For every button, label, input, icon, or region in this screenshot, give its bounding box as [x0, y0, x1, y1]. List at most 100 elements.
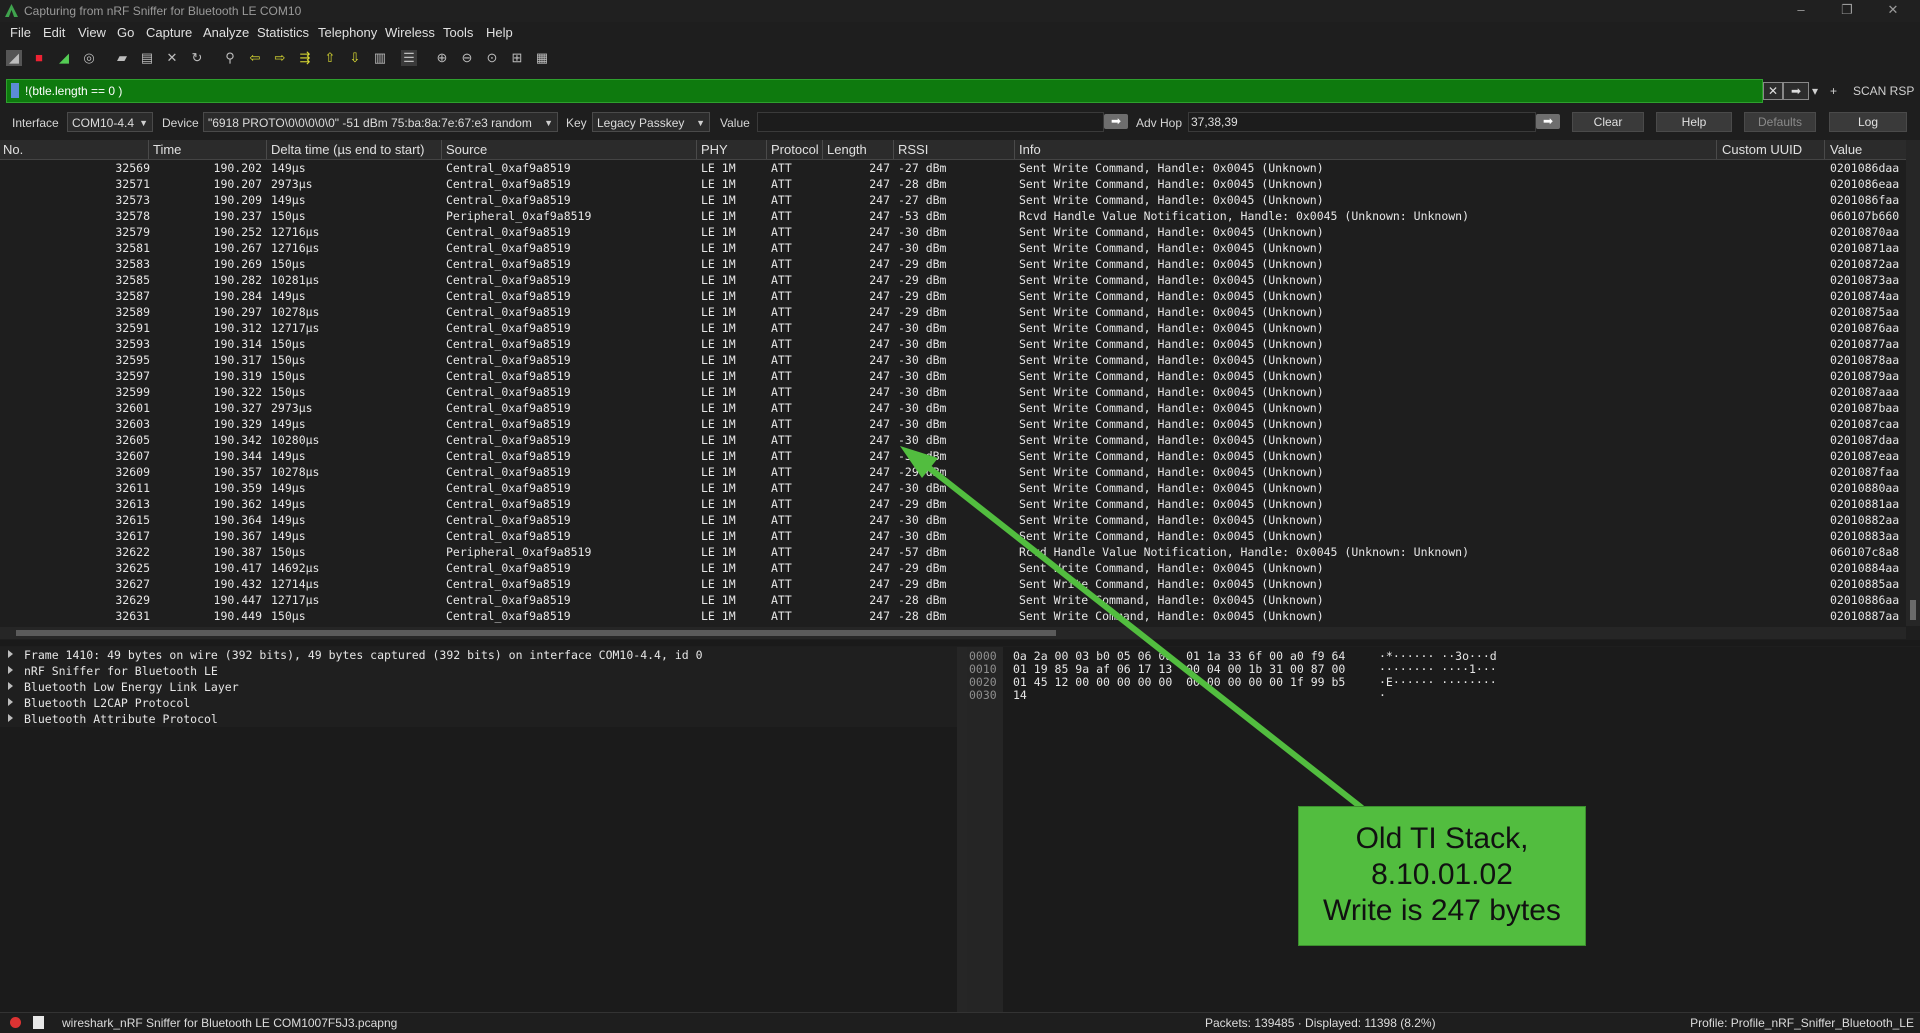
help-button[interactable]: Help [1656, 112, 1732, 132]
packet-list-hscrollbar[interactable] [0, 627, 1906, 639]
expand-arrow-icon[interactable] [8, 682, 13, 690]
close-file-icon[interactable]: ✕ [164, 50, 180, 66]
col-rssi[interactable]: RSSI [898, 142, 928, 157]
filter-dropdown-icon[interactable]: ▾ [1812, 82, 1818, 100]
shark-fin-start-icon[interactable]: ◢ [6, 50, 22, 66]
first-icon[interactable]: ⇧ [322, 50, 338, 66]
col-separator[interactable] [893, 140, 894, 159]
col-separator[interactable] [266, 140, 267, 159]
packet-row[interactable]: 32589 190.297 10278µs Central_0xaf9a8519 LE … [0, 304, 1906, 320]
colorize-icon[interactable]: ☰ [401, 50, 417, 66]
expand-arrow-icon[interactable] [8, 666, 13, 674]
menu-go[interactable]: Go [117, 25, 134, 40]
log-button[interactable]: Log [1829, 112, 1907, 132]
packet-row[interactable]: 32581 190.267 12716µs Central_0xaf9a8519 LE … [0, 240, 1906, 256]
menu-edit[interactable]: Edit [43, 25, 65, 40]
packet-row[interactable]: 32615 190.364 149µs Central_0xaf9a8519 LE 1M… [0, 512, 1906, 528]
col-protocol[interactable]: Protocol [771, 142, 819, 157]
find-icon[interactable]: ⚲ [222, 50, 238, 66]
back-icon[interactable]: ⇦ [247, 50, 263, 66]
col-source[interactable]: Source [446, 142, 487, 157]
col-separator[interactable] [148, 140, 149, 159]
menu-capture[interactable]: Capture [146, 25, 192, 40]
packet-row[interactable]: 32571 190.207 2973µs Central_0xaf9a8519 LE 1… [0, 176, 1906, 192]
clear-button[interactable]: Clear [1572, 112, 1644, 132]
restart-icon[interactable]: ◢ [56, 50, 72, 66]
scrollbar-thumb[interactable] [1910, 600, 1916, 620]
device-select[interactable]: "6918 PROTO\0\0\0\0\0" -51 dBm 75:ba:8a:… [203, 112, 558, 132]
key-select[interactable]: Legacy Passkey ▼ [592, 112, 710, 132]
last-icon[interactable]: ⇩ [347, 50, 363, 66]
packet-row[interactable]: 32585 190.282 10281µs Central_0xaf9a8519 LE … [0, 272, 1906, 288]
save-icon[interactable]: ▤ [139, 50, 155, 66]
packet-row[interactable]: 32597 190.319 150µs Central_0xaf9a8519 LE 1M… [0, 368, 1906, 384]
display-filter-input[interactable]: !(btle.length == 0 ) [6, 79, 1763, 103]
close-button[interactable]: ✕ [1870, 0, 1916, 22]
pane-splitter[interactable] [0, 640, 1920, 646]
packet-row[interactable]: 32591 190.312 12717µs Central_0xaf9a8519 LE … [0, 320, 1906, 336]
zoom-out-icon[interactable]: ⊖ [459, 50, 475, 66]
menu-help[interactable]: Help [486, 25, 513, 40]
packet-row[interactable]: 32603 190.329 149µs Central_0xaf9a8519 LE 1M… [0, 416, 1906, 432]
minimize-button[interactable]: – [1778, 0, 1824, 22]
packet-details-tree[interactable]: Frame 1410: 49 bytes on wire (392 bits),… [0, 647, 957, 1012]
packet-row[interactable]: 32611 190.359 149µs Central_0xaf9a8519 LE 1M… [0, 480, 1906, 496]
packet-row[interactable]: 32587 190.284 149µs Central_0xaf9a8519 LE 1M… [0, 288, 1906, 304]
packet-list-vscrollbar[interactable] [1906, 140, 1920, 626]
maximize-button[interactable]: ❐ [1824, 0, 1870, 22]
adv-hop-input[interactable]: 37,38,39 [1188, 112, 1536, 132]
col-length[interactable]: Length [827, 142, 867, 157]
zoom-reset-icon[interactable]: ⊙ [484, 50, 500, 66]
packet-row[interactable]: 32627 190.432 12714µs Central_0xaf9a8519 LE … [0, 576, 1906, 592]
col-separator[interactable] [1014, 140, 1015, 159]
interface-select[interactable]: COM10-4.4 ▼ [67, 112, 153, 132]
menu-wireless[interactable]: Wireless [385, 25, 435, 40]
packet-row[interactable]: 32601 190.327 2973µs Central_0xaf9a8519 LE 1… [0, 400, 1906, 416]
bookmark-icon[interactable] [11, 83, 19, 98]
packet-row[interactable]: 32579 190.252 12716µs Central_0xaf9a8519 LE … [0, 224, 1906, 240]
menu-tools[interactable]: Tools [443, 25, 473, 40]
packet-list[interactable]: 32569 190.202 149µs Central_0xaf9a8519 LE 1M… [0, 160, 1906, 625]
packet-row[interactable]: 32593 190.314 150µs Central_0xaf9a8519 LE 1M… [0, 336, 1906, 352]
packet-row[interactable]: 32617 190.367 149µs Central_0xaf9a8519 LE 1M… [0, 528, 1906, 544]
menu-telephony[interactable]: Telephony [318, 25, 377, 40]
detail-tree-item[interactable]: nRF Sniffer for Bluetooth LE [0, 663, 957, 679]
zoom-in-icon[interactable]: ⊕ [434, 50, 450, 66]
forward-icon[interactable]: ⇨ [272, 50, 288, 66]
col-phy[interactable]: PHY [701, 142, 728, 157]
capture-status-icon[interactable] [10, 1017, 21, 1028]
stop-icon[interactable]: ■ [31, 50, 47, 66]
apply-adv-hop-icon[interactable]: ➡ [1536, 114, 1560, 129]
layout-icon[interactable]: ▦ [534, 50, 550, 66]
detail-tree-item[interactable]: Bluetooth Attribute Protocol [0, 711, 957, 727]
expand-arrow-icon[interactable] [8, 698, 13, 706]
apply-value-icon[interactable]: ➡ [1104, 114, 1128, 129]
col-separator[interactable] [822, 140, 823, 159]
packet-row[interactable]: 32569 190.202 149µs Central_0xaf9a8519 LE 1M… [0, 160, 1906, 176]
packet-row[interactable]: 32605 190.342 10280µs Central_0xaf9a8519 LE … [0, 432, 1906, 448]
packet-row[interactable]: 32629 190.447 12717µs Central_0xaf9a8519 LE … [0, 592, 1906, 608]
packet-row[interactable]: 32625 190.417 14692µs Central_0xaf9a8519 LE … [0, 560, 1906, 576]
menu-file[interactable]: File [10, 25, 31, 40]
col-separator[interactable] [696, 140, 697, 159]
packet-row[interactable]: 32609 190.357 10278µs Central_0xaf9a8519 LE … [0, 464, 1906, 480]
expand-arrow-icon[interactable] [8, 650, 13, 658]
autoscroll-icon[interactable]: ▥ [372, 50, 388, 66]
packet-row[interactable]: 32599 190.322 150µs Central_0xaf9a8519 LE 1M… [0, 384, 1906, 400]
packet-row[interactable]: 32595 190.317 150µs Central_0xaf9a8519 LE 1M… [0, 352, 1906, 368]
packet-row[interactable]: 32631 190.449 150µs Central_0xaf9a8519 LE 1M… [0, 608, 1906, 624]
packet-row[interactable]: 32613 190.362 149µs Central_0xaf9a8519 LE 1M… [0, 496, 1906, 512]
value-input[interactable] [757, 112, 1104, 132]
col-delta[interactable]: Delta time (µs end to start) [271, 142, 424, 157]
profile-indicator[interactable]: Profile: Profile_nRF_Sniffer_Bluetooth_L… [1690, 1016, 1914, 1030]
col-info[interactable]: Info [1019, 142, 1041, 157]
detail-tree-item[interactable]: Bluetooth Low Energy Link Layer [0, 679, 957, 695]
expand-arrow-icon[interactable] [8, 714, 13, 722]
scan-rsp-button[interactable]: SCAN RSP [1853, 82, 1914, 100]
packet-row[interactable]: 32573 190.209 149µs Central_0xaf9a8519 LE 1M… [0, 192, 1906, 208]
col-time[interactable]: Time [153, 142, 181, 157]
packet-row[interactable]: 32583 190.269 150µs Central_0xaf9a8519 LE 1M… [0, 256, 1906, 272]
reload-icon[interactable]: ↻ [189, 50, 205, 66]
detail-tree-item[interactable]: Bluetooth L2CAP Protocol [0, 695, 957, 711]
capture-comment-icon[interactable] [33, 1016, 44, 1029]
